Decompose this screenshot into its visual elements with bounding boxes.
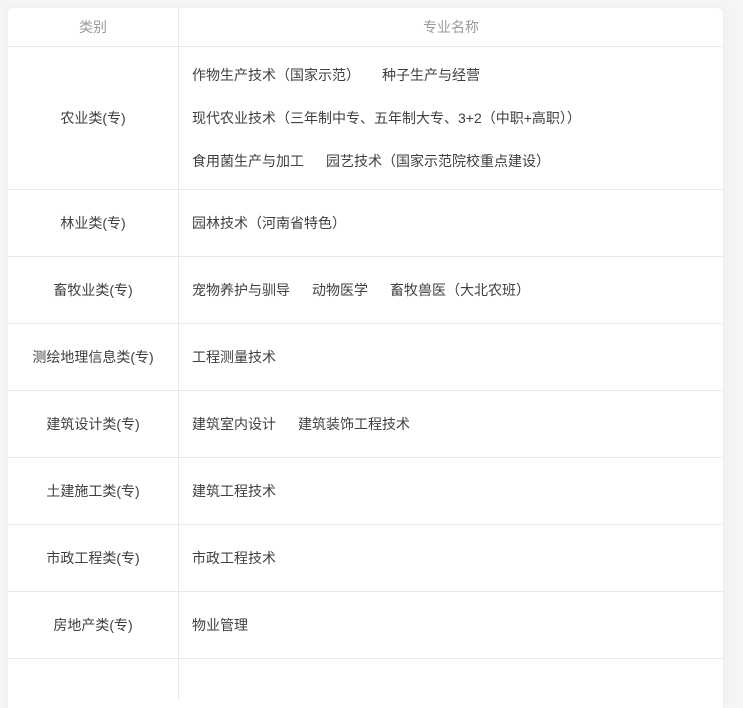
- table-row: 建筑设计类(专) 建筑室内设计 建筑装饰工程技术: [8, 391, 723, 458]
- major-line: 市政工程技术: [192, 537, 723, 580]
- table-row: 林业类(专) 园林技术（河南省特色）: [8, 190, 723, 257]
- table-row: 房地产类(专) 物业管理: [8, 592, 723, 659]
- column-header-major-name: 专业名称: [423, 19, 479, 35]
- major-line: 作物生产技术（国家示范） 种子生产与经营: [192, 54, 723, 97]
- major-line: 建筑工程技术: [192, 470, 723, 513]
- table-row-partial: [8, 659, 723, 700]
- majors-cell: 园林技术（河南省特色）: [179, 190, 723, 256]
- majors-cell: 工程测量技术: [179, 324, 723, 390]
- major-line: 物业管理: [192, 604, 723, 647]
- column-header-category: 类别: [8, 8, 179, 46]
- majors-cell: 作物生产技术（国家示范） 种子生产与经营现代农业技术（三年制中专、五年制大专、3+…: [179, 47, 723, 189]
- major-name: 畜牧兽医（大北农班）: [390, 282, 530, 298]
- major-name: 物业管理: [192, 617, 248, 633]
- category-cell: 市政工程类(专): [8, 525, 179, 591]
- majors-cell: 物业管理: [179, 592, 723, 658]
- table-row: 测绘地理信息类(专) 工程测量技术: [8, 324, 723, 391]
- major-name: 现代农业技术（三年制中专、五年制大专、3+2（中职+高职））: [192, 110, 581, 126]
- major-line: 现代农业技术（三年制中专、五年制大专、3+2（中职+高职））: [192, 97, 723, 140]
- major-name: 动物医学: [312, 282, 368, 298]
- major-name: 建筑装饰工程技术: [298, 416, 410, 432]
- major-line: 园林技术（河南省特色）: [192, 202, 723, 245]
- major-line: 建筑室内设计 建筑装饰工程技术: [192, 403, 723, 446]
- category-cell: 房地产类(专): [8, 592, 179, 658]
- majors-cell: 建筑室内设计 建筑装饰工程技术: [179, 391, 723, 457]
- majors-cell: 市政工程技术: [179, 525, 723, 591]
- table-row: 农业类(专) 作物生产技术（国家示范） 种子生产与经营现代农业技术（三年制中专、五…: [8, 47, 723, 190]
- major-line: 工程测量技术: [192, 336, 723, 379]
- major-line: 食用菌生产与加工 园艺技术（国家示范院校重点建设）: [192, 140, 723, 183]
- major-name: 园林技术（河南省特色）: [192, 215, 346, 231]
- majors-cell: 建筑工程技术: [179, 458, 723, 524]
- major-name: 种子生产与经营: [382, 67, 480, 83]
- category-cell: 土建施工类(专): [8, 458, 179, 524]
- category-cell: 测绘地理信息类(专): [8, 324, 179, 390]
- major-name: 食用菌生产与加工: [192, 153, 304, 169]
- table-row: 畜牧业类(专) 宠物养护与驯导 动物医学 畜牧兽医（大北农班）: [8, 257, 723, 324]
- category-cell: 畜牧业类(专): [8, 257, 179, 323]
- major-name: 市政工程技术: [192, 550, 276, 566]
- major-name: 作物生产技术（国家示范）: [192, 67, 360, 83]
- table-header-row: 类别 专业名称: [8, 8, 723, 47]
- table-row: 土建施工类(专) 建筑工程技术: [8, 458, 723, 525]
- major-name: 工程测量技术: [192, 349, 276, 365]
- category-cell: 农业类(专): [8, 47, 179, 189]
- category-cell: 林业类(专): [8, 190, 179, 256]
- majors-cell: [179, 659, 723, 700]
- major-name: 建筑工程技术: [192, 483, 276, 499]
- table-row: 市政工程类(专) 市政工程技术: [8, 525, 723, 592]
- category-cell: [8, 659, 179, 700]
- majors-cell: 宠物养护与驯导 动物医学 畜牧兽医（大北农班）: [179, 257, 723, 323]
- table-body: 农业类(专) 作物生产技术（国家示范） 种子生产与经营现代农业技术（三年制中专、五…: [8, 47, 723, 659]
- major-name: 建筑室内设计: [192, 416, 276, 432]
- category-cell: 建筑设计类(专): [8, 391, 179, 457]
- major-line: 宠物养护与驯导 动物医学 畜牧兽医（大北农班）: [192, 269, 723, 312]
- major-name: 园艺技术（国家示范院校重点建设）: [326, 153, 550, 169]
- majors-table-card: 类别 专业名称 农业类(专) 作物生产技术（国家示范） 种子生产与经营现代农业技术…: [8, 8, 723, 708]
- major-name: 宠物养护与驯导: [192, 282, 290, 298]
